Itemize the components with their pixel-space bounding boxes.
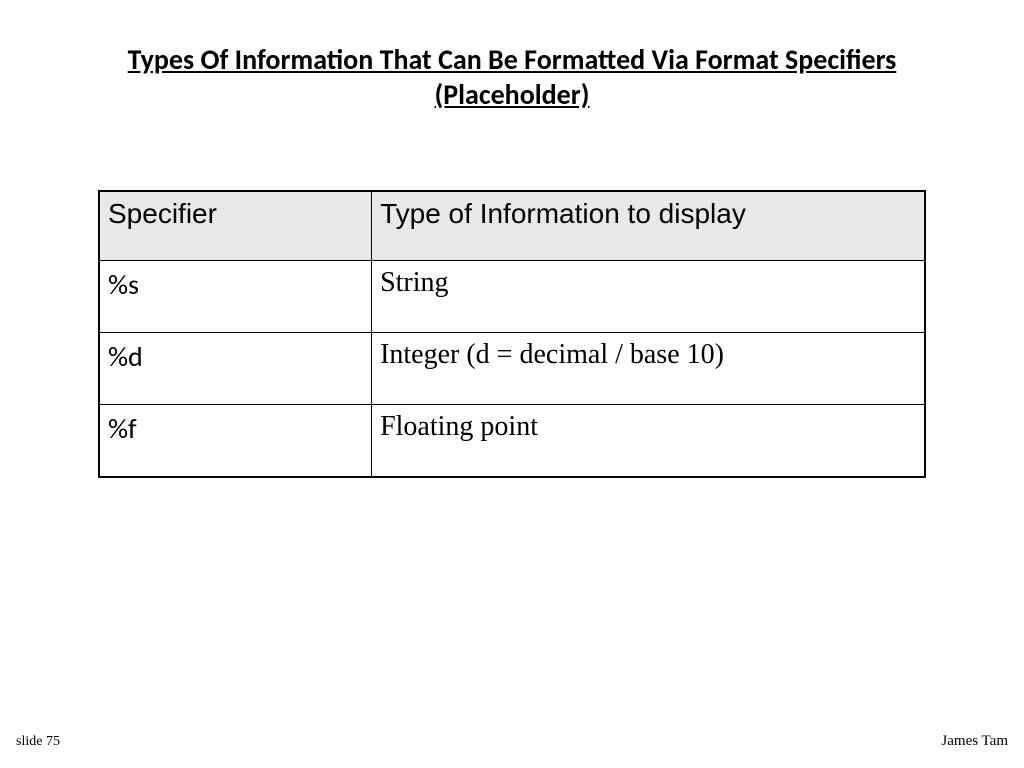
cell-specifier: %d <box>99 333 372 405</box>
author-name: James Tam <box>941 733 1008 750</box>
cell-description: Integer (d = decimal / base 10) <box>372 333 925 405</box>
header-type: Type of Information to display <box>372 191 925 261</box>
page-title: Types Of Information That Can Be Formatt… <box>0 0 1024 112</box>
table-row: %f Floating point <box>99 405 925 478</box>
title-line-1: Types Of Information That Can Be Formatt… <box>128 42 897 77</box>
cell-description: String <box>372 261 925 333</box>
cell-description: Floating point <box>372 405 925 478</box>
title-line-2: (Placeholder) <box>435 77 590 112</box>
cell-specifier: %s <box>99 261 372 333</box>
cell-specifier: %f <box>99 405 372 478</box>
table-header-row: Specifier Type of Information to display <box>99 191 925 261</box>
table-row: %d Integer (d = decimal / base 10) <box>99 333 925 405</box>
header-specifier: Specifier <box>99 191 372 261</box>
table-row: %s String <box>99 261 925 333</box>
format-specifier-table: Specifier Type of Information to display… <box>98 190 926 478</box>
format-specifier-table-wrap: Specifier Type of Information to display… <box>98 190 926 478</box>
slide-number: slide 75 <box>16 734 60 750</box>
